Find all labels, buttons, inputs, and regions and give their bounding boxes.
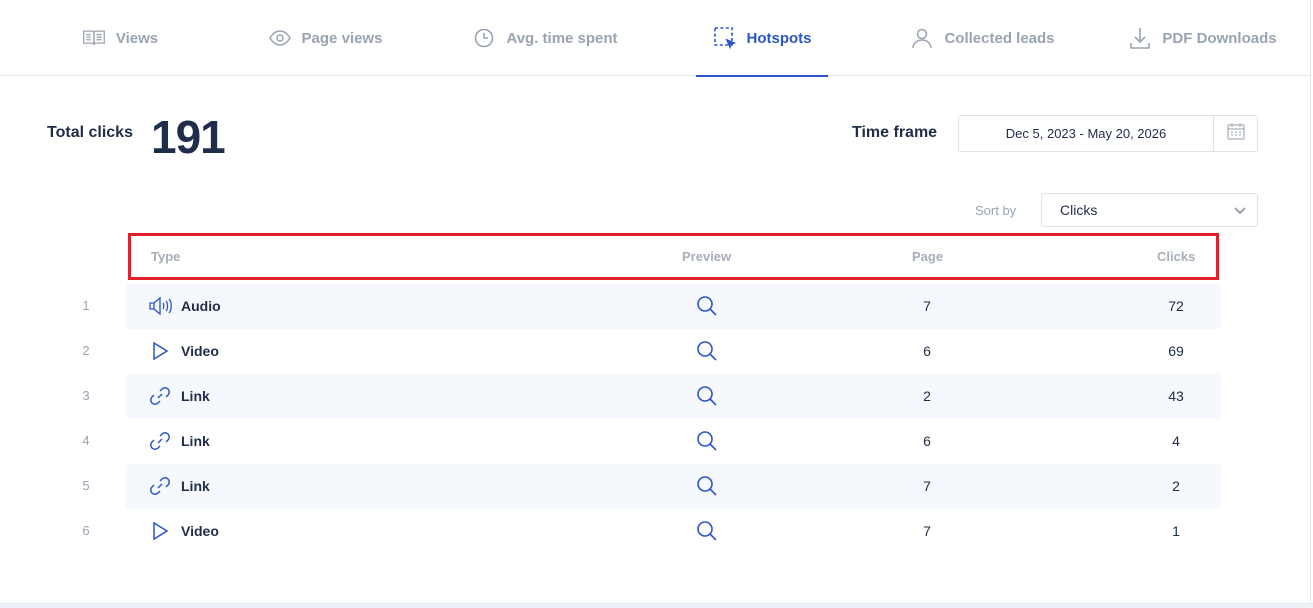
- tab-label: Hotspots: [746, 29, 812, 47]
- row-type: Audio: [181, 298, 221, 314]
- row-page: 7: [923, 478, 931, 494]
- clock-icon: [472, 26, 496, 50]
- table-row[interactable]: [126, 374, 1221, 419]
- row-clicks: 69: [1168, 343, 1184, 359]
- table-row[interactable]: [126, 419, 1221, 464]
- row-page: 6: [923, 343, 931, 359]
- row-clicks: 2: [1172, 478, 1180, 494]
- row-page: 7: [923, 523, 931, 539]
- column-header-preview[interactable]: Preview: [682, 249, 731, 264]
- column-header-clicks[interactable]: Clicks: [1157, 249, 1195, 264]
- panel-bottom-border: [0, 603, 1313, 608]
- hotspot-select-icon: [713, 26, 737, 50]
- preview-search-icon[interactable]: [696, 475, 718, 497]
- row-type: Video: [181, 343, 219, 359]
- row-clicks: 72: [1168, 298, 1184, 314]
- preview-search-icon[interactable]: [696, 385, 718, 407]
- tab-pdf-downloads[interactable]: PDF Downloads: [1115, 0, 1290, 76]
- row-page: 2: [923, 388, 931, 404]
- link-icon: [148, 474, 172, 498]
- tab-collected-leads[interactable]: Collected leads: [895, 0, 1070, 76]
- tab-page-views[interactable]: Page views: [250, 0, 400, 76]
- calendar-button[interactable]: [1213, 116, 1257, 151]
- preview-search-icon[interactable]: [696, 430, 718, 452]
- total-clicks-value: 191: [151, 111, 226, 163]
- row-type: Link: [181, 388, 210, 404]
- table-row[interactable]: [126, 284, 1221, 329]
- table-row[interactable]: [126, 464, 1221, 509]
- preview-search-icon[interactable]: [696, 295, 718, 317]
- row-rank: 1: [82, 298, 90, 313]
- sort-by-label: Sort by: [975, 203, 1017, 218]
- time-frame-value[interactable]: Dec 5, 2023 - May 20, 2026: [959, 116, 1213, 151]
- tab-label: Collected leads: [944, 29, 1055, 47]
- time-frame-picker[interactable]: Dec 5, 2023 - May 20, 2026: [958, 115, 1258, 152]
- preview-search-icon[interactable]: [696, 340, 718, 362]
- play-icon: [148, 519, 172, 543]
- user-icon: [910, 26, 934, 50]
- book-icon: [82, 26, 106, 50]
- row-rank: 3: [82, 388, 90, 403]
- row-type: Video: [181, 523, 219, 539]
- sort-by-select[interactable]: Clicks: [1041, 193, 1258, 227]
- row-clicks: 1: [1172, 523, 1180, 539]
- sort-by-value: Clicks: [1060, 202, 1098, 218]
- time-frame-label: Time frame: [852, 124, 938, 141]
- column-header-type[interactable]: Type: [151, 249, 180, 264]
- tab-label: Avg. time spent: [506, 29, 618, 47]
- tab-label: PDF Downloads: [1162, 29, 1277, 47]
- column-header-page[interactable]: Page: [912, 249, 943, 264]
- tab-hotspots[interactable]: Hotspots: [696, 0, 828, 77]
- tab-avg-time-spent[interactable]: Avg. time spent: [455, 0, 635, 76]
- row-rank: 2: [82, 343, 90, 358]
- row-rank: 6: [82, 523, 90, 538]
- row-rank: 4: [82, 433, 90, 448]
- tab-views[interactable]: Views: [40, 0, 200, 76]
- preview-search-icon[interactable]: [696, 520, 718, 542]
- download-icon: [1128, 26, 1152, 50]
- link-icon: [148, 429, 172, 453]
- calendar-icon: [1226, 122, 1245, 145]
- total-clicks-label: Total clicks: [47, 124, 133, 141]
- metrics-tab-bar: Views Page views Avg. time spent Hotspot…: [0, 0, 1310, 77]
- chevron-down-icon: [1233, 203, 1247, 220]
- row-type: Link: [181, 478, 210, 494]
- row-clicks: 43: [1168, 388, 1184, 404]
- eye-icon: [268, 26, 292, 50]
- table-header-highlight: [128, 233, 1219, 280]
- tab-label: Page views: [301, 29, 383, 47]
- row-clicks: 4: [1172, 433, 1180, 449]
- row-page: 7: [923, 298, 931, 314]
- table-row[interactable]: [126, 329, 1221, 374]
- row-type: Link: [181, 433, 210, 449]
- row-rank: 5: [82, 478, 90, 493]
- table-row[interactable]: [126, 509, 1221, 554]
- panel-right-border: [1310, 0, 1311, 608]
- tab-label: Views: [115, 29, 159, 47]
- audio-icon: [148, 294, 172, 318]
- play-icon: [148, 339, 172, 363]
- link-icon: [148, 384, 172, 408]
- row-page: 6: [923, 433, 931, 449]
